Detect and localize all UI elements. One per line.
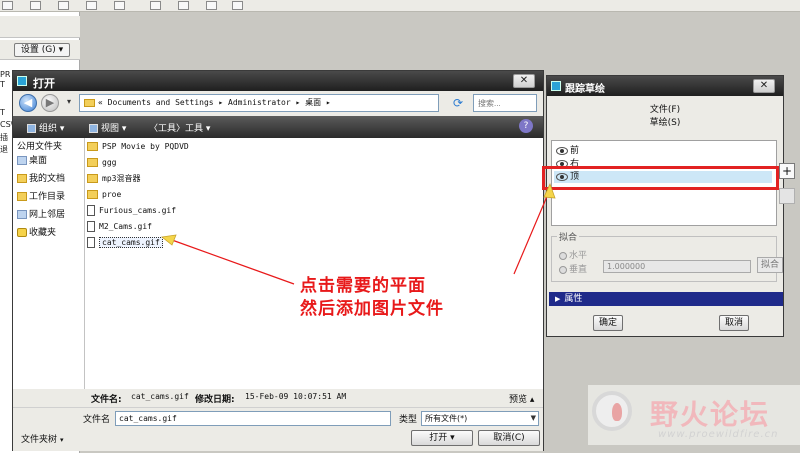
arrow-line-to-file (171, 239, 295, 285)
instruction-annotation: 点击需要的平面 然后添加图片文件 (300, 275, 444, 321)
watermark-title: 野火论坛 (650, 398, 771, 431)
forum-logo-icon (592, 391, 632, 431)
annotation-line-2: 然后添加图片文件 (300, 299, 444, 319)
arrow-line-to-view (513, 193, 549, 275)
arrowhead-file (161, 234, 177, 246)
watermark-url: www.proewildfire.cn (658, 429, 779, 440)
annotation-line-1: 点击需要的平面 (300, 276, 426, 296)
arrowhead-view (543, 182, 556, 199)
watermark: 野火论坛 www.proewildfire.cn (588, 385, 800, 445)
